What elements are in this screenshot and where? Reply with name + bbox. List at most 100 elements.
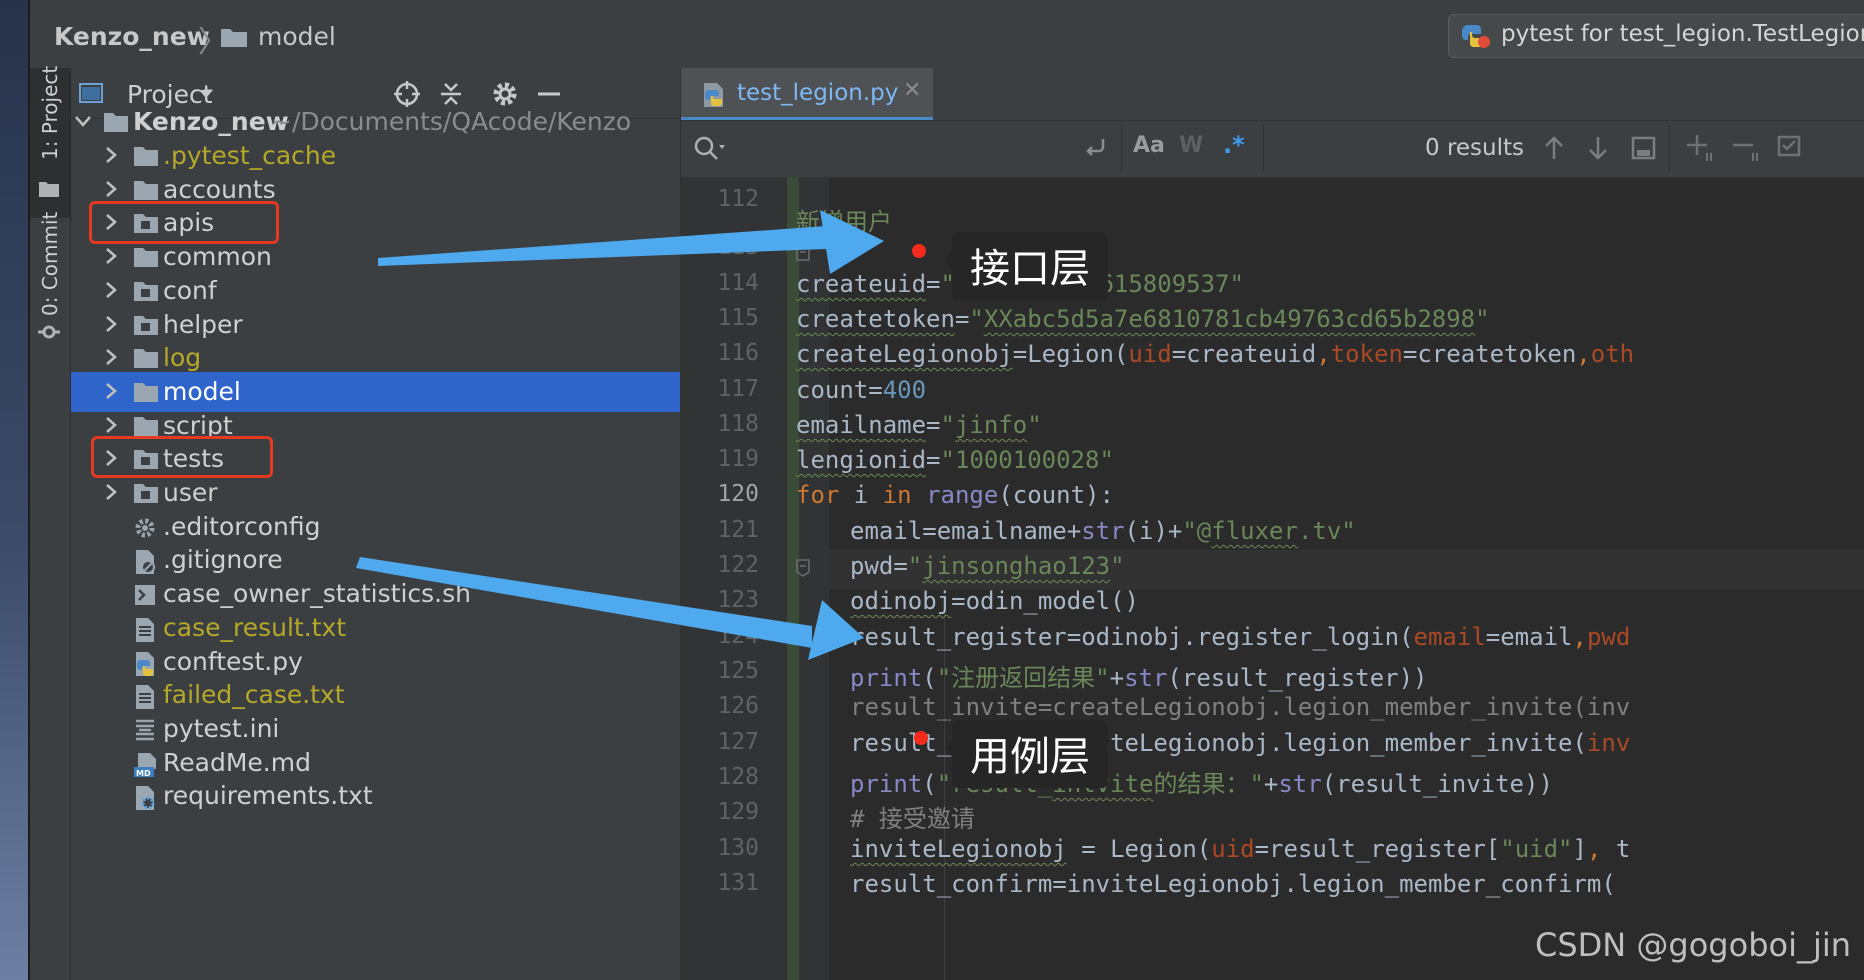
commit-tool-label: 0: Commit [38,211,62,316]
line-number: 112 [717,186,759,212]
tree-item-requirements-txt[interactable]: requirements.txt [71,776,680,816]
folder-icon [133,314,159,338]
commit-icon [38,322,60,346]
tree-item-label: pytest.ini [163,713,280,743]
chevron-right-icon[interactable] [101,144,121,166]
chevron-right-icon[interactable] [101,313,121,335]
code-line-130[interactable]: inviteLegionobj = Legion(uid=result_regi… [850,835,1630,863]
line-number: 118 [717,411,759,437]
tree-item-label: failed_case.txt [163,680,345,710]
code-line-112[interactable]: 新增用户 [796,202,892,237]
fold-marker-icon[interactable] [795,558,811,582]
folder-icon [103,111,129,135]
select-all-icon[interactable] [1631,135,1657,165]
code-line-126[interactable]: result_invite=createLegionobj.legion_mem… [850,693,1630,721]
new-line-icon[interactable] [1083,135,1109,165]
code-line-119[interactable]: lengionid="1000100028" [796,446,1114,474]
line-number: 124 [717,623,759,649]
folder-icon [38,180,60,202]
code-line-131[interactable]: result_confirm=inviteLegionobj.legion_me… [850,870,1616,898]
line-number: 115 [717,305,759,331]
code-line-124[interactable]: result_register=odinobj.register_login(e… [850,623,1630,651]
chevron-right-icon[interactable] [101,245,121,267]
code-line-122[interactable]: pwd="jinsonghao123" [850,552,1125,580]
tree-item-label: .gitignore [163,545,283,575]
chevron-right-icon[interactable] [101,481,121,503]
words-toggle[interactable]: W [1179,133,1203,158]
requirements-file-icon [133,785,159,811]
breakpoint-dot [914,731,928,745]
chevron-right-icon[interactable] [101,414,121,436]
search-icon[interactable] [693,135,727,167]
tree-item-label: case_result.txt [163,612,347,642]
chevron-right-icon[interactable] [101,178,121,200]
watermark: CSDN @gogoboi_jin [1535,926,1852,964]
tree-root-name: Kenzo_new [133,107,289,136]
folder-icon [220,26,248,52]
breadcrumb-folder[interactable]: model [258,22,336,51]
search-results-count: 0 results [1425,135,1524,161]
line-number: 127 [717,729,759,755]
tree-item-label: conf [163,275,217,305]
project-tool-label: 1: Project [38,65,62,160]
comment-text: # 接受邀请 [850,805,975,833]
code-line-120[interactable]: for i in range(count): [796,481,1114,509]
callout-case-layer: 用例层 [946,720,1108,788]
code-line-123[interactable]: odinobj=odin_model() [850,587,1139,615]
code-line-117[interactable]: count=400 [796,376,926,404]
match-case-toggle[interactable]: Aa [1133,133,1165,158]
tree-item-label: accounts [163,174,276,204]
close-icon[interactable]: ✕ [903,78,921,103]
arrow-down-icon[interactable] [1587,135,1609,165]
breakpoint-dot [912,244,926,258]
line-number: 117 [717,376,759,402]
code-line-118[interactable]: emailname="jinfo" [796,411,1042,439]
docstring-end: """ [796,234,840,262]
tree-item-label: case_owner_statistics.sh [163,579,471,609]
tree-item-label: helper [163,309,243,339]
commit-tool-window-button[interactable]: 0: Commit [30,212,70,348]
find-bar: Aa W .* 0 results [681,120,1864,178]
project-panel: Project Kenzo_new ~/Documents/QAcode/Kenz… [71,68,680,980]
line-number: 121 [717,517,759,543]
run-configuration-selector[interactable]: pytest for test_legion.TestLegion.te [1448,14,1864,58]
line-number: 128 [717,764,759,790]
project-tool-window-button[interactable]: 1: Project [30,65,70,218]
folder-icon [133,145,159,169]
text-file-icon [133,684,159,710]
tree-item-label: ReadMe.md [163,747,311,777]
chevron-right-icon[interactable] [101,380,121,402]
chevron-right-icon[interactable] [101,279,121,301]
tree-item-label: .editorconfig [163,511,321,541]
python-test-icon [1461,23,1491,53]
code-line-113[interactable]: """ [796,234,839,262]
tab-test-legion[interactable]: test_legion.py ✕ [681,68,933,120]
chevron-right-icon[interactable] [101,346,121,368]
ignore-file-icon [133,549,159,575]
code-line-121[interactable]: email=emailname+str(i)+"@fluxer.tv" [850,517,1356,545]
code-line-116[interactable]: createLegionobj=Legion(uid=createuid,tok… [796,340,1634,368]
docstring-text: 新增用户 [796,208,892,236]
code-line-129[interactable]: # 接受邀请 [850,799,975,834]
search-input[interactable] [731,129,1071,169]
chevron-down-icon[interactable] [73,110,93,132]
remove-occurrence-icon[interactable] [1731,133,1761,167]
breadcrumb-project[interactable]: Kenzo_new [54,22,210,51]
folder-icon [133,381,159,405]
line-number: 120 [717,481,759,507]
config-file-icon [133,516,159,540]
regex-toggle[interactable]: .* [1223,131,1245,159]
callout-api-layer: 接口层 [946,232,1108,300]
line-number: 116 [717,340,759,366]
add-occurrence-icon[interactable] [1685,133,1715,167]
code-line-115[interactable]: createtoken="XXabc5d5a7e6810781cb49763cd… [796,305,1490,333]
arrow-up-icon[interactable] [1543,135,1565,165]
line-number: 113 [717,234,759,260]
tree-item-label: requirements.txt [163,781,373,811]
shell-file-icon [133,583,159,607]
navigation-bar: Kenzo_new 〉 model pytest for test_legion… [30,0,1864,69]
code-line-125[interactable]: print("注册返回结果"+str(result_register)) [850,658,1428,693]
select-all-occurrences-icon[interactable] [1777,133,1807,167]
folder-icon [133,415,159,439]
tree-root-path: ~/Documents/QAcode/Kenzo [271,107,632,136]
